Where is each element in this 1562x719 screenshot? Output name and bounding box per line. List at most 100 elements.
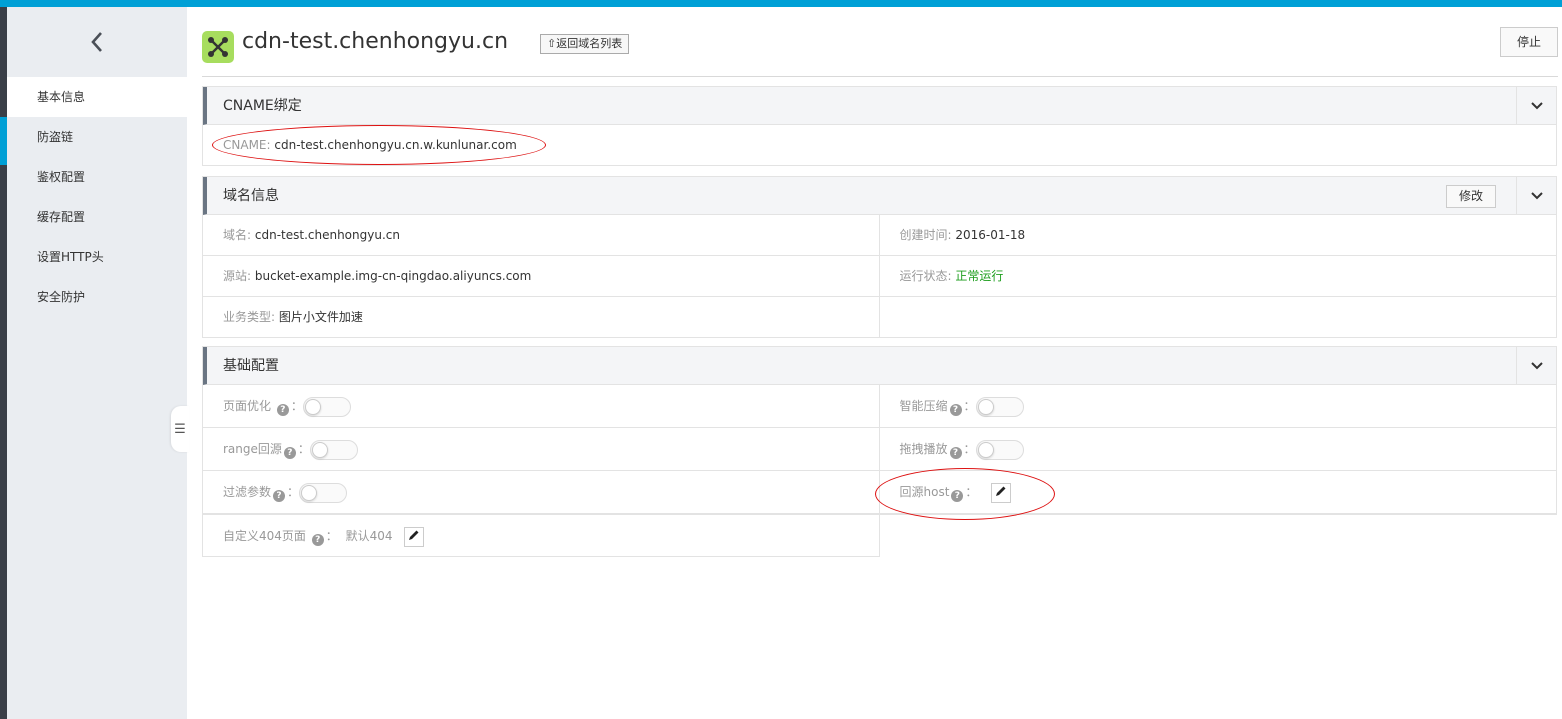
origin-cell: 源站: bucket-example.img-cn-qingdao.aliyun… (203, 256, 880, 296)
sidebar-item-cache[interactable]: 缓存配置 (7, 197, 187, 237)
sidebar-item-auth[interactable]: 鉴权配置 (7, 157, 187, 197)
drag-play-toggle[interactable] (975, 439, 1024, 460)
colon: ： (297, 442, 310, 456)
cname-panel-title: CNAME绑定 (223, 98, 302, 114)
status-value: 正常运行 (955, 269, 1004, 283)
help-icon[interactable]: ? (311, 534, 324, 546)
edit-origin-host-button[interactable] (991, 482, 1012, 503)
created-value: 2016-01-18 (955, 228, 1026, 242)
toggle-knob (301, 484, 318, 501)
sidebar-back-button[interactable] (7, 7, 187, 77)
pencil-icon (996, 486, 1006, 496)
toggle-knob (977, 398, 994, 415)
custom-404-label: 自定义404页面 (223, 529, 306, 543)
domain-info-header: 域名信息 修改 (203, 177, 1556, 215)
origin-value: bucket-example.img-cn-qingdao.aliyuncs.c… (254, 269, 532, 283)
main-content: cdn-test.chenhongyu.cn ⇧返回域名列表 停止 CNAME绑… (202, 7, 1558, 557)
colon: ： (287, 485, 300, 499)
page-optimize-label: 页面优化 (223, 399, 272, 413)
stop-button[interactable]: 停止 (1500, 27, 1558, 57)
help-icon[interactable]: ? (276, 404, 289, 416)
sidebar-item-security[interactable]: 安全防护 (7, 277, 187, 317)
cdn-node-icon (202, 31, 234, 63)
page-header: cdn-test.chenhongyu.cn ⇧返回域名列表 停止 (202, 7, 1558, 77)
smart-compress-label: 智能压缩 (899, 399, 948, 413)
back-to-list-label: 返回域名列表 (556, 37, 623, 50)
toggle-knob (977, 441, 994, 458)
sidebar-collapse-handle[interactable]: ☰ (171, 406, 189, 452)
upload-arrow-icon: ⇧ (547, 37, 557, 50)
smart-compress-cell: 智能压缩?： (880, 385, 1557, 427)
chevron-down-icon (1530, 102, 1543, 110)
page-title: cdn-test.chenhongyu.cn (242, 29, 509, 54)
sidebar-item-http-header[interactable]: 设置HTTP头 (7, 237, 187, 277)
product-nav-active-marker (0, 117, 7, 165)
custom-404-cell: 自定义404页面 ?： 默认404 (203, 515, 880, 557)
colon: ： (965, 485, 978, 499)
filter-params-label: 过滤参数 (223, 485, 272, 499)
basic-config-title: 基础配置 (223, 358, 279, 374)
range-origin-toggle[interactable] (309, 439, 358, 460)
domain-value: cdn-test.chenhongyu.cn (254, 228, 400, 242)
origin-host-cell: 回源host?： (880, 471, 1557, 513)
cname-panel: CNAME绑定 CNAME: cdn-test.chenhongyu.cn.w.… (202, 86, 1557, 166)
sidebar-item-hotlink[interactable]: 防盗链 (7, 117, 187, 157)
help-icon[interactable]: ? (949, 404, 962, 416)
chevron-down-icon (1530, 192, 1543, 200)
range-origin-cell: range回源?： (203, 428, 880, 470)
top-accent-bar (0, 0, 1562, 7)
help-icon[interactable]: ? (951, 490, 964, 502)
cname-value: cdn-test.chenhongyu.cn.w.kunlunar.com (274, 138, 517, 152)
custom-404-value: 默认404 (345, 529, 393, 543)
origin-host-label: 回源host (899, 485, 950, 499)
basic-config-collapse-toggle[interactable] (1516, 347, 1556, 385)
page-optimize-toggle[interactable] (302, 396, 351, 417)
smart-compress-toggle[interactable] (975, 396, 1024, 417)
colon: ： (963, 442, 976, 456)
created-time-cell: 创建时间: 2016-01-18 (880, 215, 1557, 255)
back-to-list-button[interactable]: ⇧返回域名列表 (540, 34, 630, 54)
toggle-knob (311, 441, 328, 458)
pencil-icon (409, 530, 419, 540)
help-icon[interactable]: ? (283, 447, 296, 459)
cname-collapse-toggle[interactable] (1516, 87, 1556, 125)
chevron-left-icon (91, 32, 102, 52)
cname-label: CNAME: (223, 138, 271, 152)
origin-label: 源站: (223, 269, 252, 283)
sidebar: 基本信息 防盗链 鉴权配置 缓存配置 设置HTTP头 安全防护 (7, 7, 187, 719)
run-status-cell: 运行状态: 正常运行 (880, 256, 1557, 296)
cname-panel-header: CNAME绑定 (203, 87, 1556, 125)
drag-play-cell: 拖拽播放?： (880, 428, 1557, 470)
basic-config-panel: 基础配置 页面优化 ?： 智能压缩?： range回源?： 拖拽播放?： 过滤参… (202, 346, 1557, 557)
business-type-value: 图片小文件加速 (278, 310, 363, 324)
domain-info-panel: 域名信息 修改 域名: cdn-test.chenhongyu.cn 创建时间:… (202, 176, 1557, 338)
empty-cell (880, 297, 1557, 337)
domain-info-title: 域名信息 (223, 188, 279, 204)
status-label: 运行状态: (899, 269, 952, 283)
filter-params-cell: 过滤参数?： (203, 471, 880, 513)
cname-row: CNAME: cdn-test.chenhongyu.cn.w.kunlunar… (203, 125, 1556, 165)
help-icon[interactable]: ? (273, 490, 286, 502)
business-type-label: 业务类型: (223, 310, 276, 324)
filter-params-toggle[interactable] (299, 482, 348, 503)
colon: ： (325, 529, 338, 543)
basic-config-header: 基础配置 (203, 347, 1557, 385)
help-icon[interactable]: ? (949, 447, 962, 459)
business-type-cell: 业务类型: 图片小文件加速 (203, 297, 880, 337)
menu-toggle-icon: ☰ (174, 421, 186, 437)
chevron-down-icon (1530, 362, 1543, 370)
domain-label: 域名: (223, 228, 252, 242)
edit-custom-404-button[interactable] (404, 526, 425, 547)
drag-play-label: 拖拽播放 (899, 442, 948, 456)
edit-domain-button[interactable]: 修改 (1446, 185, 1496, 208)
product-nav-strip (0, 7, 7, 719)
page-optimize-cell: 页面优化 ?： (203, 385, 880, 427)
created-label: 创建时间: (899, 228, 952, 242)
domain-info-collapse-toggle[interactable] (1516, 177, 1556, 215)
colon: ： (290, 399, 303, 413)
colon: ： (963, 399, 976, 413)
range-origin-label: range回源 (223, 442, 282, 456)
domain-name-cell: 域名: cdn-test.chenhongyu.cn (203, 215, 880, 255)
sidebar-item-basic-info[interactable]: 基本信息 (7, 77, 187, 117)
toggle-knob (304, 398, 321, 415)
